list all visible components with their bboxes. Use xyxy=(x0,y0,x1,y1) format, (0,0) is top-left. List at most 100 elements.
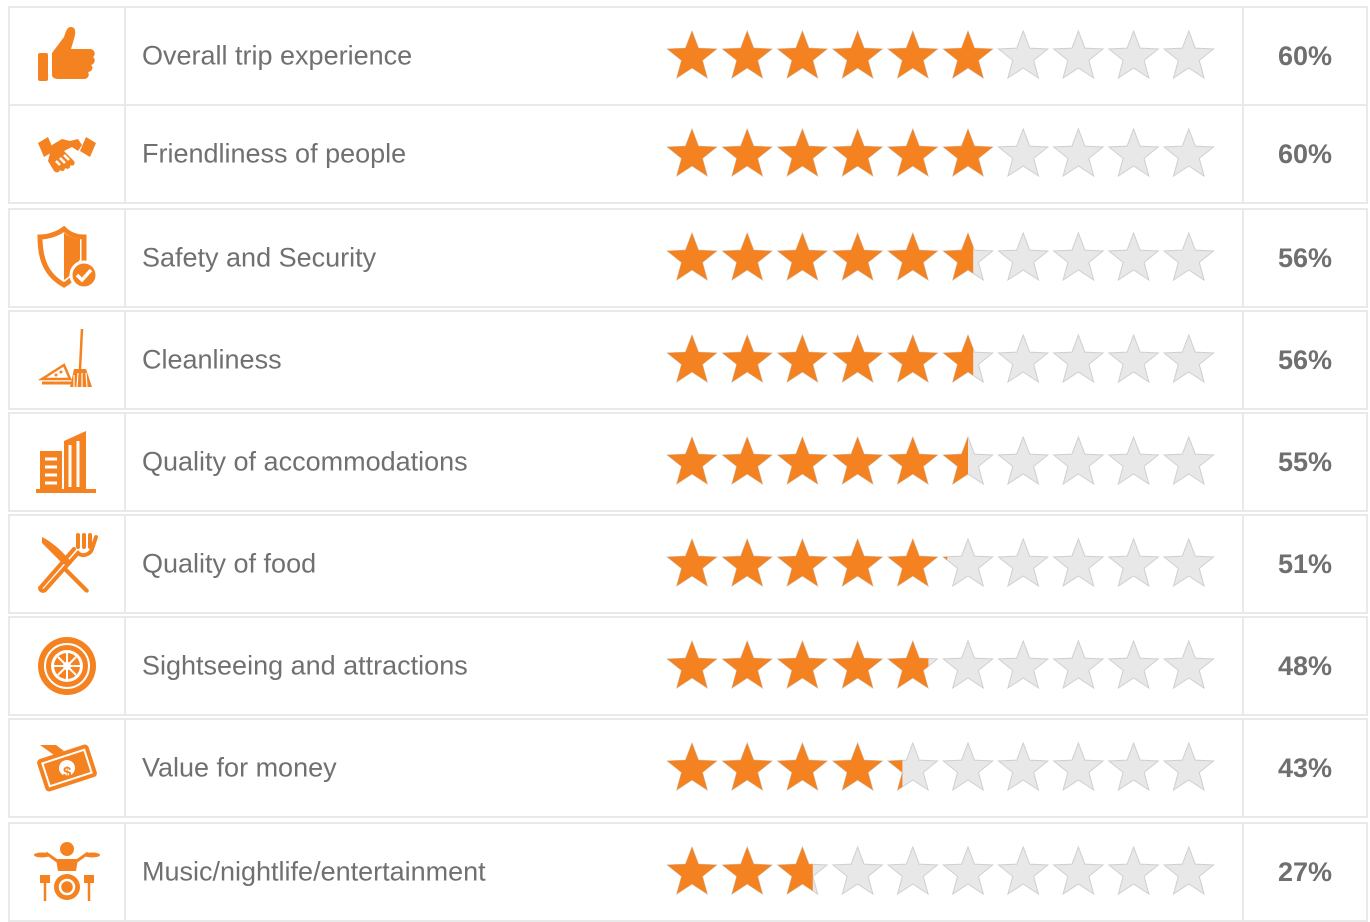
star xyxy=(831,845,884,896)
star xyxy=(886,29,939,80)
star xyxy=(776,231,829,282)
star xyxy=(721,537,774,588)
star-rating xyxy=(665,741,1215,792)
star xyxy=(831,333,884,384)
star xyxy=(1052,537,1105,588)
star-fill xyxy=(667,335,717,383)
star xyxy=(1107,435,1160,486)
star-rating xyxy=(665,537,1215,588)
star-fill xyxy=(832,437,883,485)
star xyxy=(776,127,829,178)
percent-value: 27% xyxy=(1277,856,1333,887)
star-fill xyxy=(667,743,717,791)
icon-cell xyxy=(10,8,126,104)
star xyxy=(776,639,829,690)
category-label: Safety and Security xyxy=(142,242,377,273)
star-rating xyxy=(665,333,1215,384)
star xyxy=(997,29,1050,80)
star xyxy=(665,537,719,588)
star xyxy=(831,639,884,690)
star xyxy=(721,231,774,282)
star xyxy=(776,537,829,588)
percent-cell: 56% xyxy=(1242,312,1366,408)
percent-value: 55% xyxy=(1277,446,1333,477)
percent-value: 43% xyxy=(1277,752,1333,783)
star xyxy=(721,845,774,896)
rating-row: $ Value for money 43% xyxy=(8,718,1368,818)
star xyxy=(1107,741,1160,792)
star xyxy=(886,435,939,486)
star-fill xyxy=(777,31,828,79)
star xyxy=(1162,741,1215,792)
star xyxy=(776,435,829,486)
star xyxy=(1052,29,1105,80)
star-fill xyxy=(777,233,828,281)
star-rating xyxy=(665,639,1215,690)
star xyxy=(886,333,939,384)
star xyxy=(776,29,829,80)
percent-value: 51% xyxy=(1277,548,1333,579)
star xyxy=(997,639,1050,690)
star xyxy=(665,333,719,384)
shield-check-icon xyxy=(37,225,99,290)
star xyxy=(941,333,995,384)
star-rating xyxy=(665,127,1215,178)
star-fill xyxy=(667,539,717,587)
percent-value: 60% xyxy=(1277,40,1333,71)
star-fill xyxy=(832,233,883,281)
star xyxy=(665,741,719,792)
star xyxy=(997,845,1050,896)
star-fill xyxy=(832,31,883,79)
percent-value: 60% xyxy=(1277,138,1333,169)
star xyxy=(1162,845,1215,896)
star xyxy=(1162,231,1215,282)
star xyxy=(831,435,884,486)
fork-knife-icon xyxy=(37,533,98,593)
star xyxy=(941,435,995,486)
rating-row: Cleanliness 56% xyxy=(8,310,1368,410)
percent-cell: 55% xyxy=(1242,414,1366,510)
star-fill xyxy=(777,641,828,689)
star xyxy=(665,639,719,690)
star xyxy=(1107,537,1160,588)
star xyxy=(776,333,829,384)
icon-cell xyxy=(10,824,126,920)
star-fill xyxy=(722,335,772,383)
star-rating xyxy=(665,29,1215,80)
star xyxy=(776,741,829,792)
category-label: Value for money xyxy=(142,752,337,783)
star xyxy=(1107,127,1160,178)
percent-value: 56% xyxy=(1277,242,1333,273)
star xyxy=(721,333,774,384)
star xyxy=(721,29,774,80)
star-fill xyxy=(777,335,828,383)
star xyxy=(1162,333,1215,384)
rating-row: Quality of accommodations 55% xyxy=(8,412,1368,512)
star xyxy=(941,231,995,282)
percent-cell: 43% xyxy=(1242,720,1366,816)
star xyxy=(665,29,719,80)
star xyxy=(831,537,884,588)
star xyxy=(831,127,884,178)
icon-cell xyxy=(10,312,126,408)
star-fill xyxy=(777,539,828,587)
category-label: Friendliness of people xyxy=(142,138,407,169)
star xyxy=(831,29,884,80)
star xyxy=(665,127,719,178)
star xyxy=(1052,127,1105,178)
money-hand-icon: $ xyxy=(37,744,97,792)
star xyxy=(1107,231,1160,282)
percent-cell: 60% xyxy=(1242,106,1366,202)
percent-cell: 27% xyxy=(1242,824,1366,920)
star xyxy=(665,845,719,896)
star xyxy=(997,741,1050,792)
star-fill xyxy=(722,129,772,177)
star xyxy=(776,845,829,896)
star-fill xyxy=(722,539,772,587)
star-fill xyxy=(777,437,828,485)
star-rating xyxy=(665,435,1215,486)
category-label: Music/nightlife/entertainment xyxy=(142,856,486,887)
star xyxy=(886,537,939,588)
star xyxy=(886,639,939,690)
star xyxy=(941,639,995,690)
